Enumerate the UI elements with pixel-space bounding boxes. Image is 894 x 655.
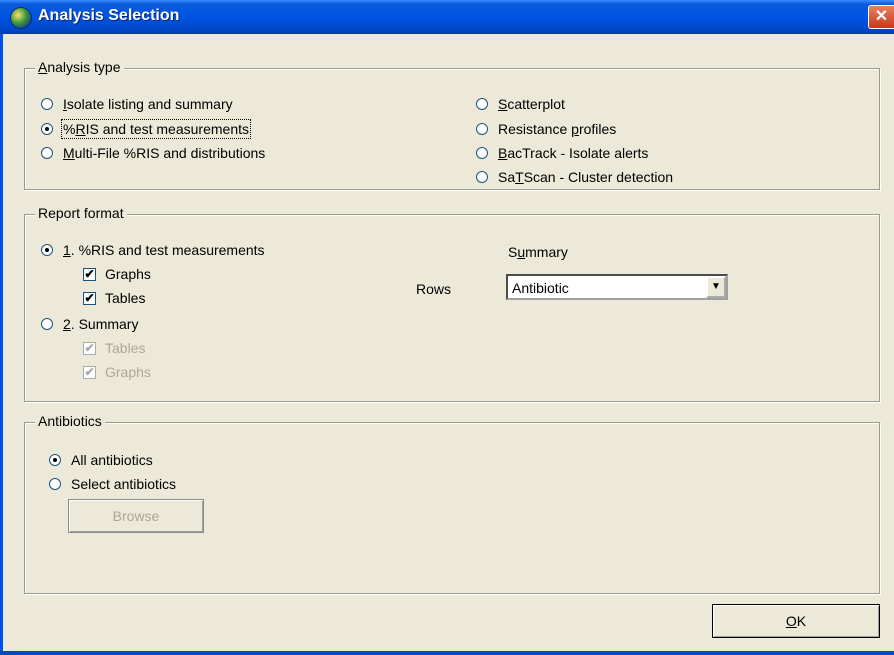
rows-label: Rows: [416, 281, 452, 297]
radio-button[interactable]: [41, 98, 53, 110]
radio-button[interactable]: [49, 478, 61, 490]
radio-resistance-profiles[interactable]: Resistance profiles: [476, 121, 616, 137]
checkbox-graphs[interactable]: ✔ Graphs: [83, 266, 151, 282]
checkbox-box-disabled: ✔: [83, 340, 96, 355]
antibiotics-legend: Antibiotics: [35, 413, 105, 429]
radio-ris-test-measurements[interactable]: %RIS and test measurements: [41, 119, 251, 139]
radio-button[interactable]: [476, 171, 488, 183]
analysis-type-legend: Analysis type: [35, 59, 124, 75]
close-button[interactable]: ✕: [868, 5, 894, 29]
radio-isolate-listing[interactable]: Isolate listing and summary: [41, 96, 233, 112]
window-frame-bottom: [0, 651, 894, 655]
radio-report-ris[interactable]: 1. %RIS and test measurements: [41, 242, 265, 258]
radio-scatterplot[interactable]: Scatterplot: [476, 96, 565, 112]
radio-select-antibiotics[interactable]: Select antibiotics: [49, 476, 176, 492]
rows-dropdown-value: Antibiotic: [512, 280, 569, 296]
ok-button[interactable]: OK: [712, 604, 880, 638]
checkbox-box[interactable]: ✔: [83, 291, 96, 305]
checkbox-tables[interactable]: ✔ Tables: [83, 290, 145, 306]
radio-button-selected[interactable]: [41, 123, 53, 135]
radio-multi-file-ris[interactable]: Multi-File %RIS and distributions: [41, 145, 265, 161]
radio-button[interactable]: [476, 98, 488, 110]
summary-heading: Summary: [508, 244, 568, 260]
app-globe-icon: [10, 7, 32, 29]
report-format-legend: Report format: [35, 205, 127, 221]
title-bar[interactable]: Analysis Selection ✕: [0, 0, 894, 34]
window-title: Analysis Selection: [38, 7, 180, 24]
radio-button[interactable]: [476, 147, 488, 159]
browse-button: Browse: [68, 499, 204, 533]
radio-button-selected[interactable]: [49, 454, 61, 466]
radio-all-antibiotics[interactable]: All antibiotics: [49, 452, 153, 468]
radio-report-summary[interactable]: 2. Summary: [41, 316, 138, 332]
checkbox-summary-tables: ✔ Tables: [83, 340, 146, 356]
radio-button[interactable]: [41, 147, 53, 159]
checkbox-summary-graphs: ✔ Graphs: [83, 364, 151, 380]
rows-dropdown[interactable]: Antibiotic ▼: [506, 274, 728, 300]
chevron-down-icon[interactable]: ▼: [706, 276, 726, 298]
radio-bactrack[interactable]: BacTrack - Isolate alerts: [476, 145, 648, 161]
radio-button-selected[interactable]: [41, 244, 53, 256]
radio-button[interactable]: [476, 123, 488, 135]
checkbox-box-disabled: ✔: [83, 364, 96, 379]
checkbox-box[interactable]: ✔: [83, 267, 96, 281]
window-frame-left: [0, 34, 3, 655]
radio-button[interactable]: [41, 318, 53, 330]
radio-satscan[interactable]: SaTScan - Cluster detection: [476, 169, 673, 185]
